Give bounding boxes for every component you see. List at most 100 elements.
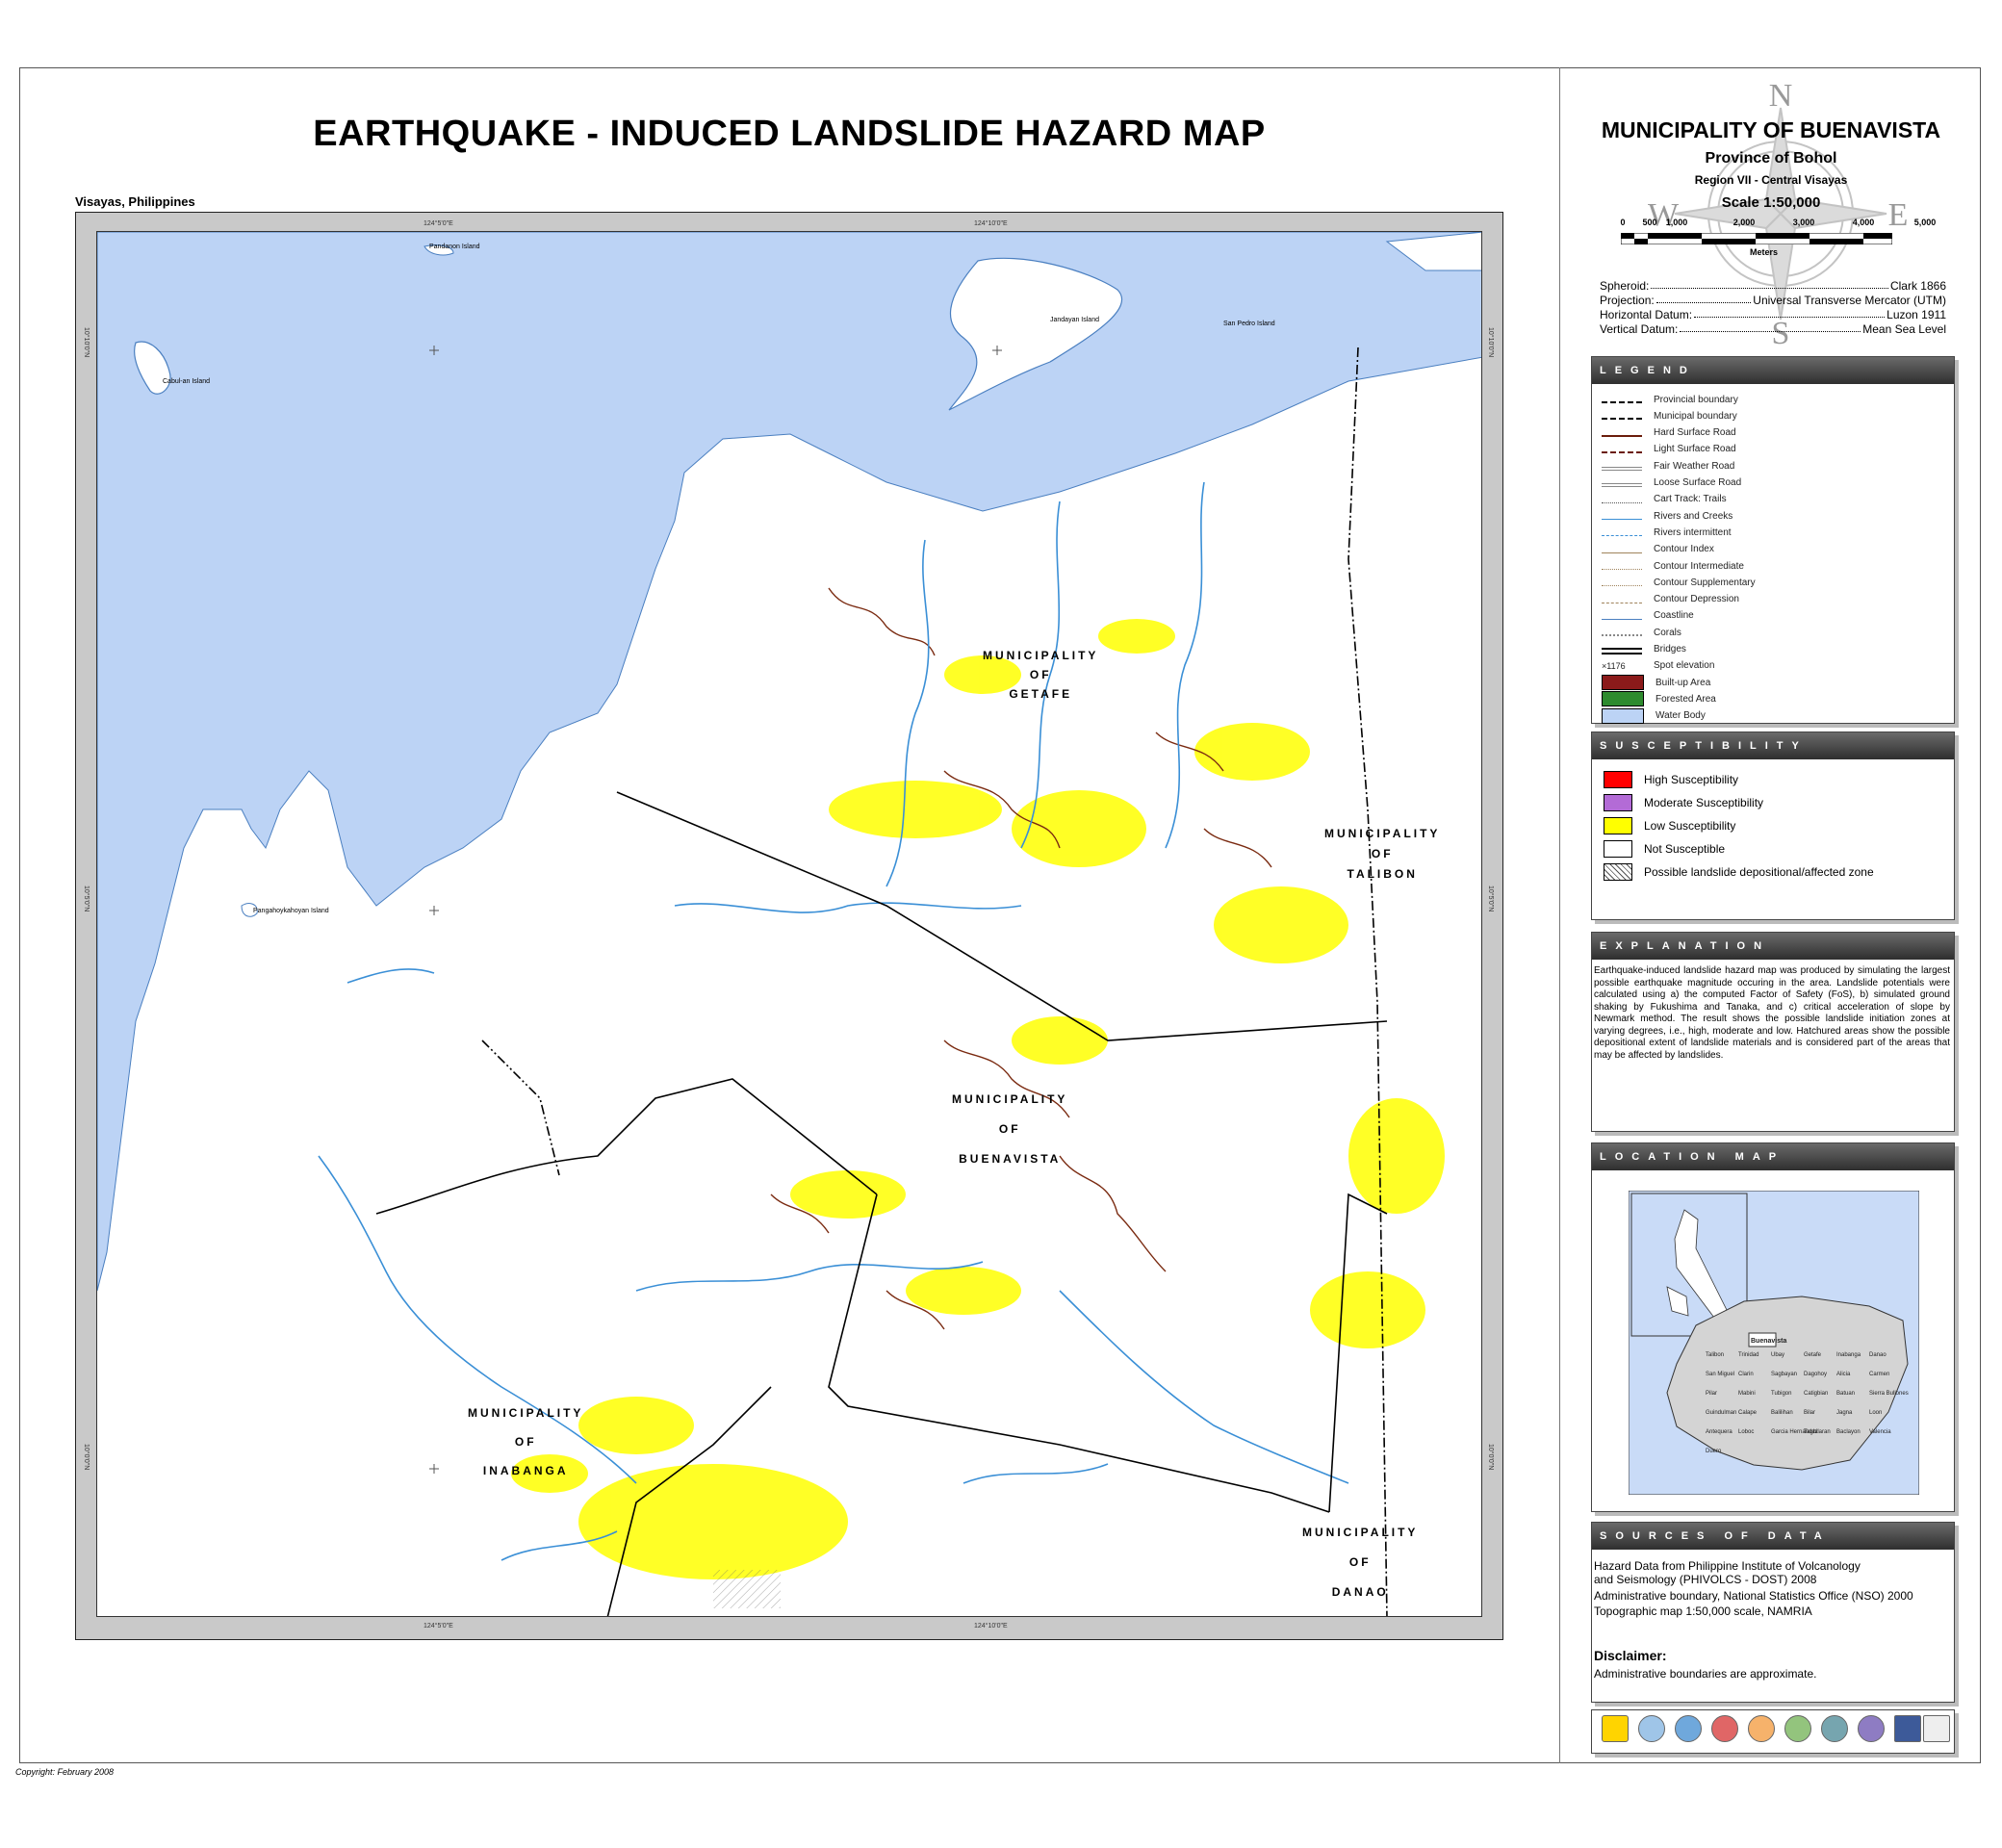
location-town-label: Clarin [1738,1372,1754,1377]
legend-label: Light Surface Road [1654,444,1736,455]
agency-logo-icon-2 [1638,1715,1665,1742]
location-town-label: Inabanga [1836,1352,1861,1358]
source-line-1: Hazard Data from Philippine Institute of… [1594,1559,1861,1573]
legend-label: Rivers intermittent [1654,526,1732,538]
location-town-label: Dagohoy [1804,1372,1827,1377]
datum-vertical: Vertical Datum: Mean Sea Level [1600,322,1946,336]
source-line-4: Topographic map 1:50,000 scale, NAMRIA [1594,1604,1812,1618]
legend-item: Provincial boundary [1602,392,1738,407]
location-town-label: Batuan [1836,1391,1855,1397]
label-getafe: MUNICIPALITY OF GETAFE [983,649,1099,701]
susceptibility-item: Not Susceptible [1604,840,1725,858]
location-town-label: Guindulman [1706,1410,1736,1416]
agency-logo-icon-4 [1711,1715,1738,1742]
legend-symbol-builtup-icon [1602,675,1644,691]
scale-label-4000: 4,000 [1852,218,1875,227]
region-label-panel: Region VII - Central Visayas [1694,173,1848,187]
location-town-label: Valencia [1869,1429,1891,1435]
tick-right-1: 10°10'0"N [1487,327,1494,358]
tick-top-2: 124°10'0"E [974,220,1008,227]
scale-unit: Meters [1750,247,1779,257]
legend-label: Coastline [1654,610,1694,622]
label-talibon: MUNICIPALITY OF TALIBON [1324,827,1441,881]
susceptibility-swatch [1604,771,1632,788]
location-town-label: Danao [1869,1352,1886,1358]
agency-logo-icon-5 [1748,1715,1775,1742]
susceptibility-panel: SUSCEPTIBILITY High Susceptibility Modera… [1591,732,1955,920]
legend-item: Hard Surface Road [1602,425,1736,441]
legend-symbol-road-loose-icon [1602,483,1642,487]
susceptibility-swatch [1604,794,1632,811]
location-town-label: Jagna [1836,1410,1853,1416]
legend-item: Contour Depression [1602,592,1739,607]
location-town-label: Bilar [1804,1410,1815,1416]
legend-item: Fair Weather Road [1602,458,1734,474]
municipality-title: MUNICIPALITY OF BUENAVISTA [1601,117,1941,142]
label-pangahoykahoyan-island: Pangahoykahoyan Island [253,908,329,914]
susceptibility-swatch [1604,817,1632,834]
susceptibility-label: Low Susceptibility [1644,819,1736,833]
undp-logo-icon [1894,1715,1921,1742]
legend-label: Spot elevation [1654,660,1715,672]
explanation-heading: EXPLANATION [1592,933,1954,960]
sources-heading: SOURCES OF DATA [1592,1523,1954,1550]
location-town-label: Loboc [1738,1429,1754,1435]
agency-logo-icon-3 [1675,1715,1702,1742]
legend-label: Built-up Area [1656,677,1711,688]
legend-label: Hard Surface Road [1654,427,1736,439]
location-town-label: Carmen [1869,1372,1889,1377]
depositional-zone [713,1570,781,1608]
location-town-label: Baclayon [1836,1429,1861,1435]
tick-left-1: 10°10'0"N [83,327,90,358]
susceptibility-item: Possible landslide depositional/affected… [1604,863,1874,881]
legend-symbol-forest-icon [1602,691,1644,707]
location-town-label: San Miguel [1706,1372,1734,1377]
agency-logo-icon-7 [1821,1715,1848,1742]
legend-symbol-contour-index-icon [1602,552,1642,553]
location-town-label: Alicia [1836,1372,1851,1377]
legend-item: Light Surface Road [1602,442,1736,457]
legend-label: Water Body [1656,710,1706,722]
compass-n: N [1769,79,1793,114]
tick-right-3: 10°0'0"N [1487,1444,1494,1471]
legend-item: Contour Supplementary [1602,575,1756,590]
legend-label: Contour Supplementary [1654,577,1756,588]
map-title: EARTHQUAKE - INDUCED LANDSLIDE HAZARD MA… [313,114,1266,154]
copyright-note: Copyright: February 2008 [15,1767,115,1777]
hazard-map-svg [97,232,1481,1616]
tick-right-2: 10°5'0"N [1487,886,1494,912]
datum-projection: Projection: Universal Transverse Mercator… [1600,294,1946,307]
label-cabulan-island: Cabul-an Island [163,378,211,385]
source-line-2: and Seismology (PHIVOLCS - DOST) 2008 [1594,1573,1817,1586]
location-town-label: Catigbian [1804,1391,1828,1397]
legend-label: Corals [1654,627,1681,638]
susceptibility-label: Not Susceptible [1644,842,1726,856]
legend-item: Rivers intermittent [1602,525,1732,540]
label-danao: MUNICIPALITY OF DANAO [1302,1526,1419,1599]
susceptibility-swatch [1604,840,1632,858]
disclaimer-title: Disclaimer: [1594,1648,1667,1663]
label-sanpedro-island: San Pedro Island [1223,321,1275,327]
location-town-label: Pilar [1706,1391,1717,1397]
legend-symbol-contour-int-icon [1602,569,1642,570]
scale-label-1000: 1,000 [1665,218,1688,227]
legend-label: Bridges [1654,644,1686,654]
location-map-heading: LOCATION MAP [1592,1143,1954,1170]
location-map-inset: Talibon Trinidad Ubay Getafe Inabanga Danao Sa… [1629,1191,1919,1495]
location-town-label: Loon [1869,1410,1882,1416]
legend-label: Forested Area [1656,693,1716,705]
legend-label: Municipal boundary [1654,410,1737,422]
region-label: Visayas, Philippines [75,194,195,209]
phivolcs-logo-icon [1602,1715,1629,1742]
legend-symbol-dashdotdot-icon [1602,418,1642,421]
source-line-3: Administrative boundary, National Statis… [1594,1589,1913,1603]
susceptibility-heading: SUSCEPTIBILITY [1592,732,1954,759]
datum-horizontal: Horizontal Datum: Luzon 1911 [1600,308,1946,321]
location-town-label: Sagbayan [1771,1372,1797,1377]
legend-symbol-contour-sup-icon [1602,585,1642,587]
legend-item: Water Body [1602,707,1706,724]
susceptibility-item: High Susceptibility [1604,771,1738,788]
explanation-text: Earthquake-induced landslide hazard map … [1594,965,1950,1061]
location-town-label: Getafe [1804,1352,1822,1358]
map-canvas[interactable]: Pandanon Island Cabul-an Island Jandayan… [96,231,1482,1617]
